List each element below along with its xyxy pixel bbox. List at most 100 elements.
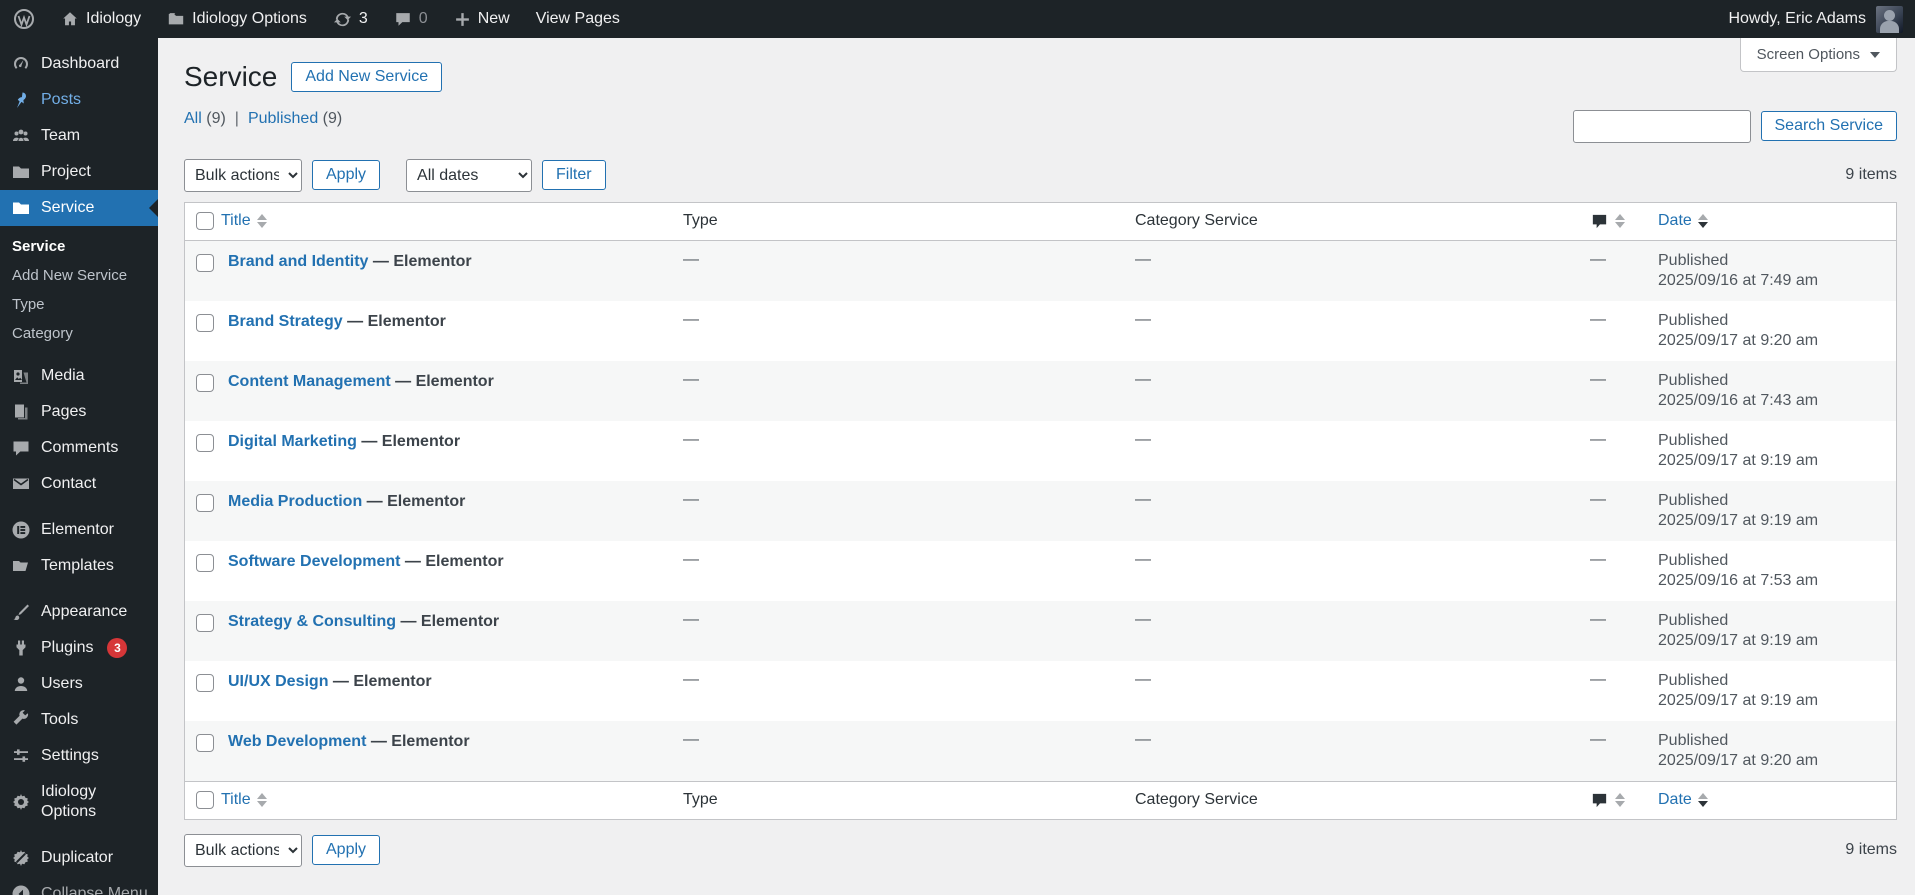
select-all-checkbox[interactable] <box>196 791 214 810</box>
service-title-link[interactable]: Strategy & Consulting <box>228 613 396 630</box>
tablenav-top: Bulk actions Apply All dates Filter 9 it… <box>184 158 1897 192</box>
column-footer-date[interactable]: Date <box>1658 791 1896 809</box>
status-filter-links: All (9) | Published (9) <box>184 110 342 128</box>
sidebar-item-collapse-menu[interactable]: Collapse Menu <box>0 876 158 895</box>
updates-count: 3 <box>358 10 368 27</box>
comments-bubble-icon <box>394 10 412 28</box>
row-checkbox[interactable] <box>196 373 214 392</box>
column-header-category: Category Service <box>1135 212 1258 230</box>
row-checkbox[interactable] <box>196 433 214 452</box>
post-state-label: — Elementor <box>390 372 494 390</box>
account-menu[interactable]: Howdy, Eric Adams <box>1728 0 1915 38</box>
submenu-item-category[interactable]: Category <box>0 319 158 348</box>
sidebar-item-label: Users <box>41 675 83 692</box>
sidebar-item-pages[interactable]: Pages <box>0 394 158 430</box>
submenu-item-service[interactable]: Service <box>0 232 158 261</box>
column-footer-comments[interactable] <box>1590 791 1658 810</box>
post-state-label: — Elementor <box>342 312 446 330</box>
select-all-checkbox[interactable] <box>196 212 214 231</box>
sidebar-item-posts[interactable]: Posts <box>0 82 158 118</box>
category-cell: — <box>1135 550 1151 568</box>
sidebar-item-label: Project <box>41 163 91 180</box>
submenu-item-add-new-service[interactable]: Add New Service <box>0 261 158 290</box>
type-cell: — <box>683 730 699 748</box>
sidebar-item-users[interactable]: Users <box>0 666 158 702</box>
sidebar-item-plugins[interactable]: Plugins 3 <box>0 630 158 666</box>
pages-icon <box>11 402 31 422</box>
sidebar-item-media[interactable]: Media <box>0 358 158 394</box>
search-service-button[interactable]: Search Service <box>1760 111 1897 142</box>
sidebar-item-appearance[interactable]: Appearance <box>0 594 158 630</box>
row-checkbox[interactable] <box>196 253 214 272</box>
service-title-link[interactable]: Software Development <box>228 553 400 570</box>
service-title-link[interactable]: UI/UX Design <box>228 673 328 690</box>
folder-icon <box>11 162 31 182</box>
sidebar-item-settings[interactable]: Settings <box>0 738 158 774</box>
gear-icon <box>11 792 31 812</box>
service-title-link[interactable]: Brand and Identity <box>228 253 368 270</box>
status-filter-published[interactable]: Published (9) <box>248 110 342 128</box>
bulk-actions-select[interactable]: Bulk actions <box>184 158 302 192</box>
service-title-link[interactable]: Digital Marketing <box>228 433 357 450</box>
row-checkbox[interactable] <box>196 733 214 752</box>
row-checkbox[interactable] <box>196 313 214 332</box>
dates-filter-select[interactable]: All dates <box>406 158 533 192</box>
column-header-title[interactable]: Title <box>221 212 683 230</box>
menu-separator <box>0 584 158 594</box>
search-input[interactable] <box>1572 109 1751 143</box>
items-count: 9 items <box>1845 841 1897 859</box>
sidebar-item-project[interactable]: Project <box>0 154 158 190</box>
sidebar-item-duplicator[interactable]: Duplicator <box>0 840 158 876</box>
sidebar-item-contact[interactable]: Contact <box>0 466 158 502</box>
table-row: Content Management — Elementor — — — Publish… <box>185 360 1896 421</box>
service-title-link[interactable]: Web Development <box>228 733 366 750</box>
column-footer-title[interactable]: Title <box>221 791 683 809</box>
apply-button[interactable]: Apply <box>312 160 381 191</box>
row-checkbox[interactable] <box>196 613 214 632</box>
type-cell: — <box>683 490 699 508</box>
sidebar-item-dashboard[interactable]: Dashboard <box>0 46 158 82</box>
type-cell: — <box>683 610 699 628</box>
row-checkbox[interactable] <box>196 553 214 572</box>
plugins-update-badge: 3 <box>107 638 128 658</box>
sidebar-item-service[interactable]: Service <box>0 190 158 226</box>
date-cell: Published 2025/09/17 at 9:19 am <box>1658 481 1896 541</box>
sidebar-item-label: Plugins <box>41 639 94 656</box>
submenu-item-type[interactable]: Type <box>0 290 158 319</box>
sort-arrows-icon <box>256 793 267 808</box>
sort-arrows-icon <box>256 214 267 229</box>
idiology-options-menu[interactable]: Idiology Options <box>154 0 320 38</box>
sidebar-item-tools[interactable]: Tools <box>0 702 158 738</box>
new-menu[interactable]: New <box>441 0 523 38</box>
publish-date: 2025/09/16 at 7:53 am <box>1658 571 1819 589</box>
column-header-date[interactable]: Date <box>1658 212 1896 230</box>
row-checkbox[interactable] <box>196 673 214 692</box>
updates-menu[interactable]: 3 <box>320 0 381 38</box>
team-icon <box>11 126 31 146</box>
site-name-menu[interactable]: Idiology <box>48 0 154 38</box>
wordpress-logo-menu[interactable] <box>0 0 48 38</box>
date-cell: Published 2025/09/17 at 9:20 am <box>1658 721 1896 781</box>
row-checkbox[interactable] <box>196 493 214 512</box>
sidebar-item-comments[interactable]: Comments <box>0 430 158 466</box>
screen-options-button[interactable]: Screen Options <box>1739 38 1897 72</box>
sidebar-item-idiology-options[interactable]: Idiology Options <box>0 774 158 830</box>
view-pages-menu[interactable]: View Pages <box>523 0 633 38</box>
apply-button[interactable]: Apply <box>312 835 381 866</box>
bulk-actions-select[interactable]: Bulk actions <box>184 833 302 867</box>
add-new-service-button[interactable]: Add New Service <box>291 61 443 92</box>
comments-menu[interactable]: 0 <box>381 0 441 38</box>
column-header-comments[interactable] <box>1590 212 1658 231</box>
sidebar-item-team[interactable]: Team <box>0 118 158 154</box>
service-title-link[interactable]: Brand Strategy <box>228 313 343 330</box>
service-title-link[interactable]: Content Management <box>228 373 391 390</box>
sidebar-item-templates[interactable]: Templates <box>0 548 158 584</box>
category-cell: — <box>1135 430 1151 448</box>
category-cell: — <box>1135 250 1151 268</box>
filter-button[interactable]: Filter <box>542 160 606 191</box>
service-title-link[interactable]: Media Production <box>228 493 362 510</box>
status-filter-all[interactable]: All (9) <box>184 110 226 128</box>
table-footer-row: Title Type Category Service Date <box>185 780 1896 819</box>
sidebar-item-elementor[interactable]: Elementor <box>0 512 158 548</box>
comments-cell: — <box>1590 490 1606 508</box>
